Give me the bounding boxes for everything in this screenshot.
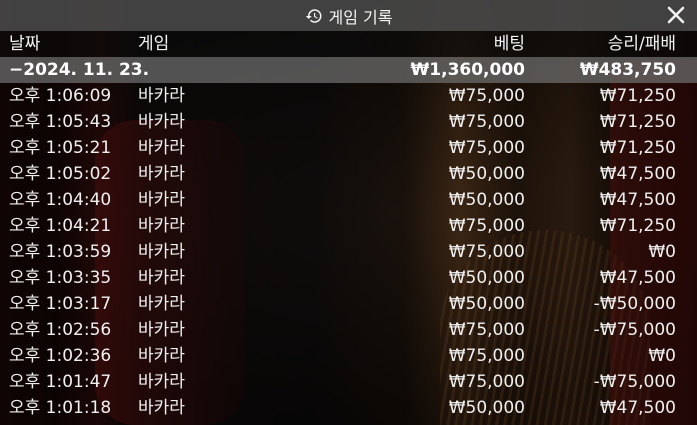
row-game: 바카라 (138, 86, 185, 106)
summary-bet-total: ₩1,360,000 (410, 60, 525, 80)
table-row[interactable]: 오후 1:03:17 바카라 ₩50,000 -₩50,000 (0, 291, 697, 317)
row-game: 바카라 (138, 190, 185, 210)
row-game: 바카라 (138, 164, 185, 184)
row-bet: ₩75,000 (448, 320, 525, 340)
row-bet: ₩75,000 (448, 372, 525, 392)
row-time: 오후 1:03:17 (9, 294, 112, 314)
summary-win-total: ₩483,750 (579, 60, 676, 80)
table-row[interactable]: 오후 1:01:18 바카라 ₩50,000 ₩47,500 (0, 395, 697, 421)
table-row[interactable]: 오후 1:03:35 바카라 ₩50,000 ₩47,500 (0, 265, 697, 291)
table-row[interactable]: 오후 1:06:09 바카라 ₩75,000 ₩71,250 (0, 83, 697, 109)
row-time: 오후 1:02:36 (9, 346, 112, 366)
row-game: 바카라 (138, 346, 185, 366)
row-time: 오후 1:01:47 (9, 372, 112, 392)
row-time: 오후 1:06:09 (9, 86, 112, 106)
table-row[interactable]: 오후 1:02:36 바카라 ₩75,000 ₩0 (0, 343, 697, 369)
row-win-loss: -₩75,000 (593, 372, 676, 392)
table-row[interactable]: 오후 1:03:59 바카라 ₩75,000 ₩0 (0, 239, 697, 265)
row-time: 오후 1:01:18 (9, 398, 112, 418)
row-game: 바카라 (138, 242, 185, 262)
row-bet: ₩75,000 (448, 216, 525, 236)
row-win-loss: -₩75,000 (593, 320, 676, 340)
title-group: 게임 기록 (305, 4, 393, 28)
row-win-loss: -₩50,000 (593, 294, 676, 314)
table-row[interactable]: 오후 1:05:43 바카라 ₩75,000 ₩71,250 (0, 109, 697, 135)
row-time: 오후 1:02:56 (9, 320, 112, 340)
table-header: 날짜 게임 베팅 승리/패배 (0, 31, 697, 57)
row-bet: ₩50,000 (448, 190, 525, 210)
date-group-label: −2024. 11. 23. (9, 60, 150, 80)
row-time: 오후 1:03:59 (9, 242, 112, 262)
table-row[interactable]: 오후 1:05:02 바카라 ₩50,000 ₩47,500 (0, 161, 697, 187)
row-win-loss: ₩71,250 (599, 112, 676, 132)
window-title: 게임 기록 (328, 7, 393, 27)
row-game: 바카라 (138, 398, 185, 418)
title-bar: 게임 기록 (0, 0, 697, 31)
row-win-loss: ₩0 (648, 346, 676, 366)
row-win-loss: ₩47,500 (599, 268, 676, 288)
row-game: 바카라 (138, 320, 185, 340)
row-win-loss: ₩47,500 (599, 164, 676, 184)
history-list[interactable]: 오후 1:06:09 바카라 ₩75,000 ₩71,250 오후 1:05:4… (0, 83, 697, 425)
row-win-loss: ₩71,250 (599, 86, 676, 106)
table-row[interactable]: 오후 1:04:21 바카라 ₩75,000 ₩71,250 (0, 213, 697, 239)
row-time: 오후 1:05:21 (9, 138, 112, 158)
row-bet: ₩75,000 (448, 112, 525, 132)
history-icon (305, 7, 323, 25)
table-row[interactable]: 오후 1:05:21 바카라 ₩75,000 ₩71,250 (0, 135, 697, 161)
row-game: 바카라 (138, 268, 185, 288)
row-bet: ₩75,000 (448, 346, 525, 366)
table-row[interactable]: 오후 1:01:47 바카라 ₩75,000 -₩75,000 (0, 369, 697, 395)
column-header-game[interactable]: 게임 (138, 31, 169, 57)
row-time: 오후 1:05:43 (9, 112, 112, 132)
row-bet: ₩50,000 (448, 294, 525, 314)
row-win-loss: ₩47,500 (599, 398, 676, 418)
row-game: 바카라 (138, 138, 185, 158)
row-win-loss: ₩71,250 (599, 138, 676, 158)
column-header-win-loss[interactable]: 승리/패배 (608, 31, 676, 57)
row-game: 바카라 (138, 372, 185, 392)
table-row[interactable]: 오후 1:02:56 바카라 ₩75,000 -₩75,000 (0, 317, 697, 343)
row-time: 오후 1:04:21 (9, 216, 112, 236)
date-group-summary[interactable]: −2024. 11. 23. ₩1,360,000 ₩483,750 (0, 57, 697, 83)
column-header-date[interactable]: 날짜 (9, 31, 40, 57)
row-game: 바카라 (138, 216, 185, 236)
row-win-loss: ₩71,250 (599, 216, 676, 236)
row-time: 오후 1:05:02 (9, 164, 112, 184)
row-bet: ₩50,000 (448, 164, 525, 184)
close-icon[interactable] (665, 4, 687, 26)
row-game: 바카라 (138, 112, 185, 132)
row-win-loss: ₩0 (648, 242, 676, 262)
row-bet: ₩50,000 (448, 398, 525, 418)
row-time: 오후 1:03:35 (9, 268, 112, 288)
row-bet: ₩75,000 (448, 86, 525, 106)
row-win-loss: ₩47,500 (599, 190, 676, 210)
row-bet: ₩75,000 (448, 138, 525, 158)
column-header-bet[interactable]: 베팅 (494, 31, 525, 57)
row-bet: ₩75,000 (448, 242, 525, 262)
row-game: 바카라 (138, 294, 185, 314)
row-time: 오후 1:04:40 (9, 190, 112, 210)
table-row[interactable]: 오후 1:04:40 바카라 ₩50,000 ₩47,500 (0, 187, 697, 213)
row-bet: ₩50,000 (448, 268, 525, 288)
